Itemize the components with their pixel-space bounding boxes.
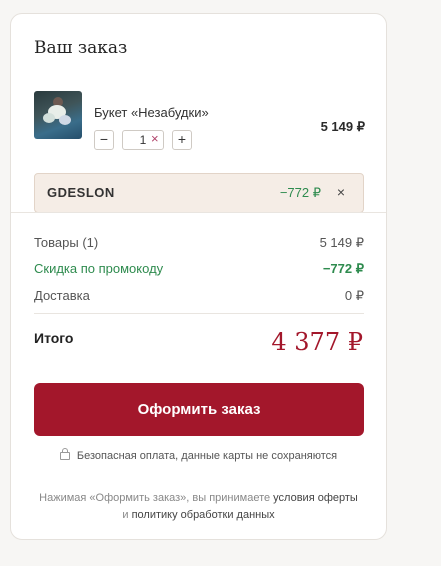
- checkout-button[interactable]: Оформить заказ: [34, 383, 364, 436]
- secure-note-text: Безопасная оплата, данные карты не сохра…: [76, 450, 338, 462]
- discount-label: Скидка по промокоду: [34, 261, 164, 276]
- privacy-link[interactable]: политику обработки данных: [132, 509, 275, 521]
- plus-icon[interactable]: +: [172, 130, 192, 150]
- terms-link[interactable]: условия оферты: [273, 492, 358, 504]
- promo-code: GDESLON: [47, 185, 115, 200]
- product-name[interactable]: Букет «Незабудки»: [94, 105, 209, 120]
- secure-payment-note: Безопасная оплата, данные карты не сохра…: [11, 448, 386, 462]
- item-price: 5 149 ₽: [320, 119, 365, 134]
- legal-prefix: Нажимая «Оформить заказ», вы принимаете: [39, 492, 271, 504]
- minus-icon[interactable]: −: [94, 130, 114, 150]
- cart-item: Букет «Незабудки» − 1 + × 5 149 ₽: [34, 91, 365, 150]
- legal-note: Нажимая «Оформить заказ», вы принимаете …: [11, 490, 386, 524]
- divider: [34, 313, 364, 314]
- goods-value: 5 149 ₽: [319, 235, 364, 250]
- total-value: 4 377 ₽: [271, 328, 363, 356]
- goods-label: Товары (1): [34, 235, 99, 250]
- lock-icon: [59, 448, 70, 460]
- applied-promo: GDESLON −772 ₽ ×: [34, 173, 364, 213]
- legal-and: и: [122, 509, 129, 521]
- order-title: Ваш заказ: [34, 38, 128, 58]
- discount-value: −772 ₽: [322, 261, 364, 276]
- order-summary-card: Ваш заказ Букет «Незабудки» − 1 + × 5 14…: [10, 13, 387, 540]
- divider: [11, 212, 386, 213]
- product-thumbnail[interactable]: [34, 91, 82, 139]
- remove-item-icon[interactable]: ×: [151, 131, 159, 146]
- delivery-label: Доставка: [34, 288, 90, 303]
- delivery-value: 0 ₽: [344, 288, 364, 303]
- close-icon[interactable]: ×: [337, 184, 345, 200]
- promo-amount: −772 ₽: [279, 185, 321, 200]
- total-label: Итого: [34, 330, 74, 346]
